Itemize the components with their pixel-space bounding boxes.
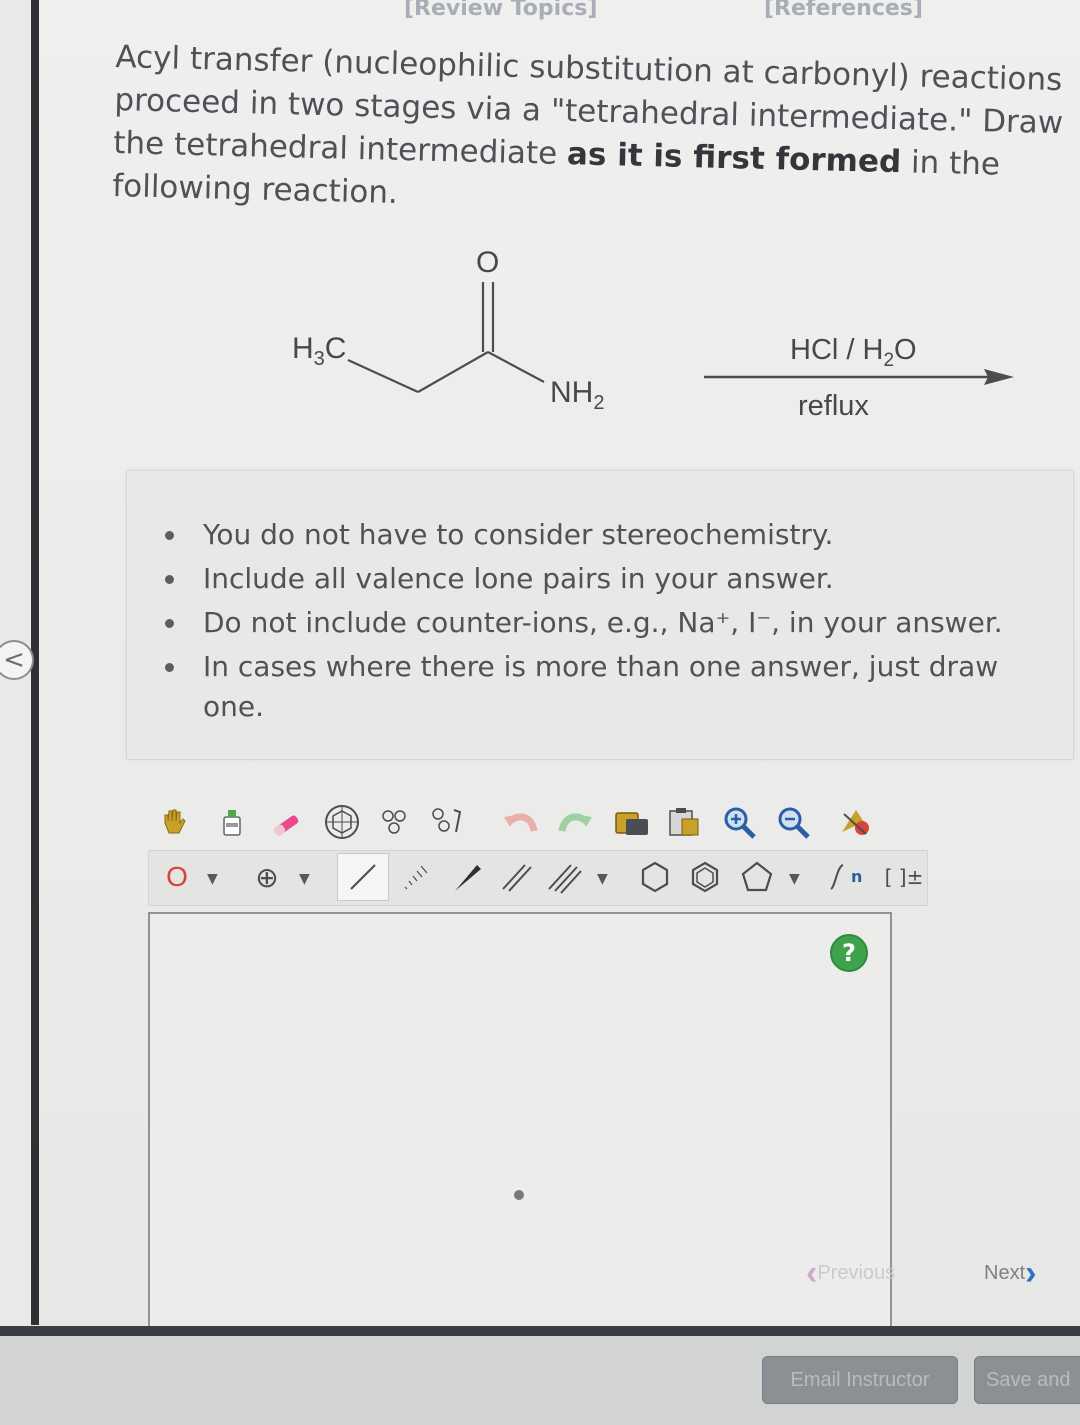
single-bond-icon [350,864,376,890]
bond-c-n [487,351,545,383]
repeat-unit-label: n [851,867,863,886]
atom-properties-button[interactable] [834,800,878,844]
instructions-list: You do not have to consider stereochemis… [165,515,1063,731]
benzene-ring-button[interactable] [683,855,727,899]
eraser-tool-button[interactable] [210,800,254,844]
wedge-bond-button[interactable] [445,855,489,899]
instruction-item: Include all valence lone pairs in your a… [165,559,1063,599]
chevron-right-icon: › [1025,1254,1037,1292]
atom-properties-icon [842,810,869,835]
copy-icon [615,812,648,835]
atom-selector-button[interactable]: O [155,855,199,899]
instruction-item: You do not have to consider stereochemis… [165,515,1063,555]
ring-template-button[interactable] [320,800,364,844]
zoom-in-icon [724,807,756,839]
clean-icon [382,808,462,834]
atom-oxygen: O [476,246,500,279]
condition-label: reflux [798,390,869,422]
footer: Email Instructor Save and [0,1336,1080,1425]
hexagon-ring-button[interactable] [633,855,677,899]
clipboard-icon [669,808,699,836]
copy-button[interactable] [610,800,654,844]
zoom-out-icon [778,807,810,839]
top-links: [Review Topics] [References] [0,0,1080,24]
eraser-icon [274,815,299,836]
chevron-down-icon[interactable]: ▼ [789,871,800,887]
previous-button[interactable]: ‹Previous [806,1254,895,1293]
undo-button[interactable] [500,800,544,844]
next-button[interactable]: Next› [984,1254,1036,1293]
canvas-dot [514,1190,524,1200]
reaction-scheme: O H3C NH2 HCl / H2O reflux [280,240,1040,440]
toolbar-row-2: O ▼ ⊕ ▼ ▼ ▼ n []± [148,850,928,906]
drawing-canvas[interactable] [148,912,892,1342]
reaction-structure [347,282,1014,394]
instructions-box: You do not have to consider stereochemis… [126,470,1074,760]
hexagon-icon [641,861,669,893]
reagent-label: HCl / H2O [790,334,917,371]
chevron-left-icon: ‹ [806,1254,818,1292]
double-bond-button[interactable] [495,855,539,899]
pentagon-ring-button[interactable] [735,855,779,899]
undo-icon [504,813,538,832]
help-button[interactable]: ? [830,934,868,972]
bond-ch2-c [417,351,489,393]
bond-ch3-ch2 [347,358,419,394]
redo-button[interactable] [552,800,596,844]
hand-icon [164,809,186,834]
clean-structure-button[interactable] [374,800,464,844]
charge-button[interactable]: ⊕ [245,855,289,899]
single-bond-button[interactable] [337,853,389,901]
review-topics-link[interactable]: [Review Topics] [404,0,597,21]
bottle-icon [223,810,241,836]
triple-bond-button[interactable] [543,855,587,899]
chevron-left-icon: < [3,645,25,675]
repeat-unit-button[interactable]: n [825,855,869,899]
benzene-icon [691,861,719,893]
zoom-out-button[interactable] [772,800,816,844]
atom-methyl: H3C [292,332,347,370]
atom-amine: NH2 [550,376,605,414]
hand-tool-button[interactable] [152,800,196,844]
reaction-arrow-head [984,369,1014,385]
erase-bond-button[interactable] [264,800,308,844]
toolbar-row-1 [148,794,928,850]
email-instructor-button[interactable]: Email Instructor [762,1356,958,1404]
double-bond-icon [502,864,532,892]
zoom-in-button[interactable] [718,800,762,844]
paste-button[interactable] [662,800,706,844]
triple-bond-icon [548,864,582,894]
question-emphasis: as it is first formed [566,136,902,181]
references-link[interactable]: [References] [764,0,923,21]
redo-icon [558,813,592,832]
chevron-down-icon[interactable]: ▼ [597,871,608,887]
hashed-bond-button[interactable] [393,855,437,899]
save-and-exit-button[interactable]: Save and [974,1356,1080,1404]
instruction-item: In cases where there is more than one an… [165,647,1063,727]
pentagon-icon [741,861,773,892]
question-text: Acyl transfer (nucleophilic substitution… [111,38,1064,211]
chevron-down-icon[interactable]: ▼ [299,871,310,887]
bracket-button[interactable]: [ ]± [879,855,929,899]
hashed-bond-icon [404,865,428,890]
drawing-toolbar: O ▼ ⊕ ▼ ▼ ▼ n []± [148,790,928,914]
template-icon [325,805,359,839]
wedge-bond-icon [455,865,481,891]
instruction-item: Do not include counter-ions, e.g., Na⁺, … [165,603,1063,643]
footer-divider [0,1326,1080,1336]
chevron-down-icon[interactable]: ▼ [207,871,218,887]
page: < [Review Topics] [References] Acyl tran… [0,0,1080,1425]
